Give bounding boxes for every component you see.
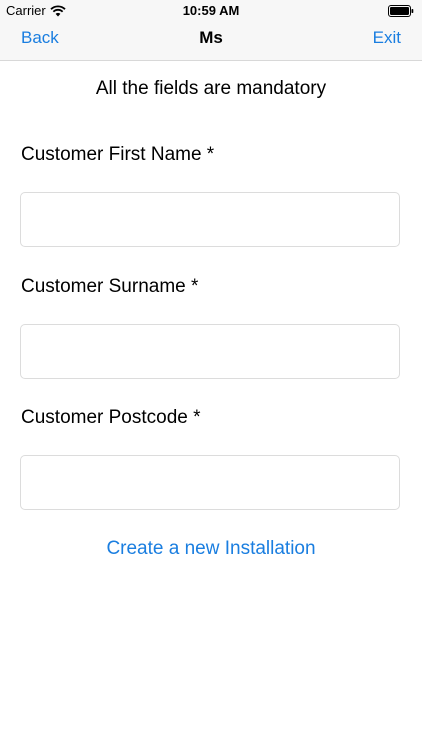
mandatory-notice: All the fields are mandatory: [95, 78, 327, 99]
status-bar: Carrier 10:59 AM: [0, 0, 422, 22]
status-time: 10:59 AM: [182, 3, 240, 18]
first-name-input[interactable]: [20, 192, 400, 247]
exit-button[interactable]: Exit: [373, 28, 401, 48]
postcode-label: Customer Postcode *: [21, 407, 201, 428]
surname-input[interactable]: [20, 324, 400, 379]
page-title: Ms: [199, 28, 223, 47]
navigation-bar: Back Ms Exit: [0, 22, 422, 61]
first-name-label: Customer First Name *: [21, 144, 215, 165]
battery-icon: [388, 5, 414, 17]
create-installation-link[interactable]: Create a new Installation: [0, 538, 422, 560]
surname-label: Customer Surname *: [21, 276, 199, 297]
postcode-input[interactable]: [20, 455, 400, 510]
